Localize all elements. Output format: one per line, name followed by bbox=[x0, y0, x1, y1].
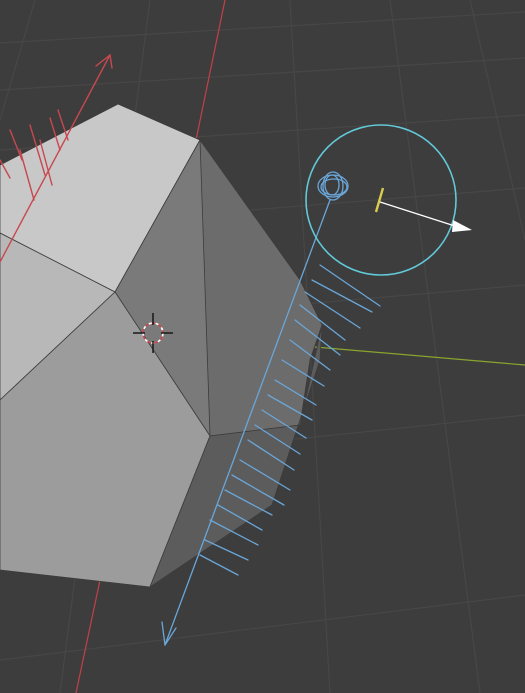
light-direction-arrow-icon bbox=[452, 220, 472, 232]
light-gizmo[interactable] bbox=[305, 124, 472, 276]
mesh-face-far-right bbox=[199, 138, 323, 437]
scribble-icon bbox=[317, 171, 349, 201]
dodecahedron-mesh[interactable] bbox=[0, 103, 323, 589]
3d-viewport[interactable] bbox=[0, 0, 525, 693]
viewport-canvas[interactable] bbox=[0, 0, 525, 693]
x-axis-line bbox=[195, 0, 226, 141]
